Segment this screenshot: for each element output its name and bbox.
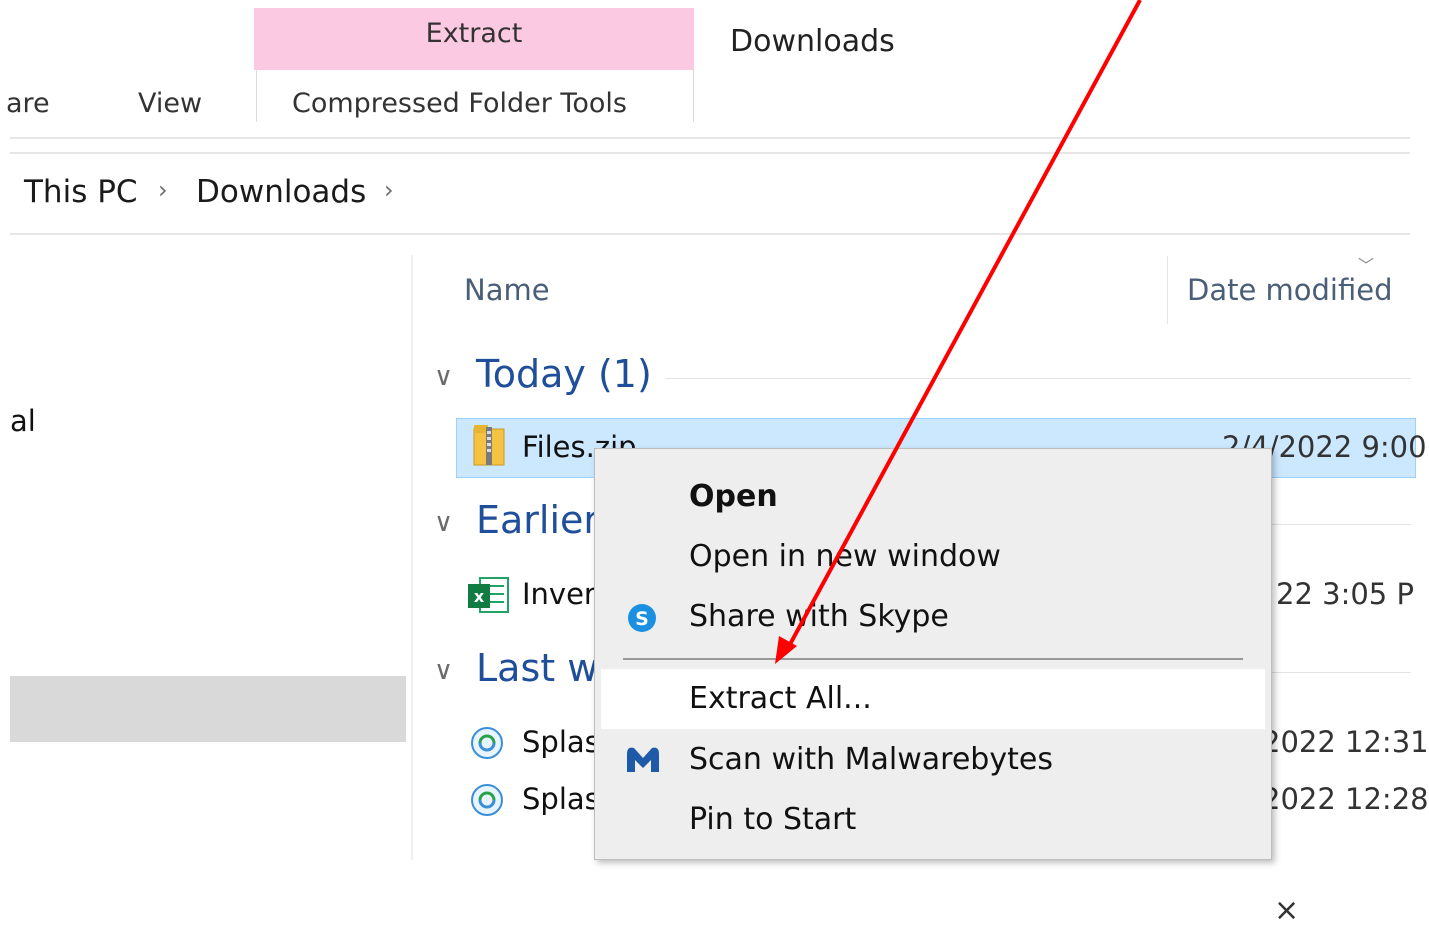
annotation-arrow — [775, 0, 1142, 664]
close-icon[interactable]: × — [1274, 893, 1299, 928]
